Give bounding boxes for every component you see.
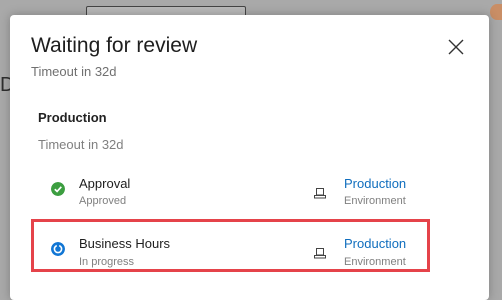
- environment-type: Environment: [344, 195, 406, 207]
- check-name: Approval: [79, 176, 131, 191]
- environment-icon: [314, 188, 326, 199]
- in-progress-icon: [51, 242, 65, 256]
- dialog-subtitle: Timeout in 32d: [31, 64, 117, 79]
- environment-link[interactable]: Production: [344, 176, 406, 191]
- dialog-title: Waiting for review: [31, 34, 198, 57]
- check-status: In progress: [79, 256, 135, 268]
- stage-timeout: Timeout in 32d: [38, 137, 124, 152]
- background-heading: D: [0, 74, 10, 96]
- check-status: Approved: [79, 195, 127, 207]
- waiting-for-review-dialog: Waiting for review Timeout in 32d Produc…: [10, 15, 489, 300]
- check-row-approval[interactable]: Approval Approved Production Environment: [35, 168, 445, 220]
- check-name: Business Hours: [79, 236, 171, 251]
- success-check-icon: [51, 182, 65, 196]
- environment-icon: [314, 248, 326, 259]
- stage-name: Production: [38, 110, 107, 125]
- close-icon[interactable]: [446, 37, 466, 57]
- environment-type: Environment: [344, 256, 406, 268]
- check-row-business-hours[interactable]: Business Hours In progress Production En…: [31, 219, 445, 277]
- environment-link[interactable]: Production: [344, 236, 406, 251]
- avatar: [490, 4, 502, 20]
